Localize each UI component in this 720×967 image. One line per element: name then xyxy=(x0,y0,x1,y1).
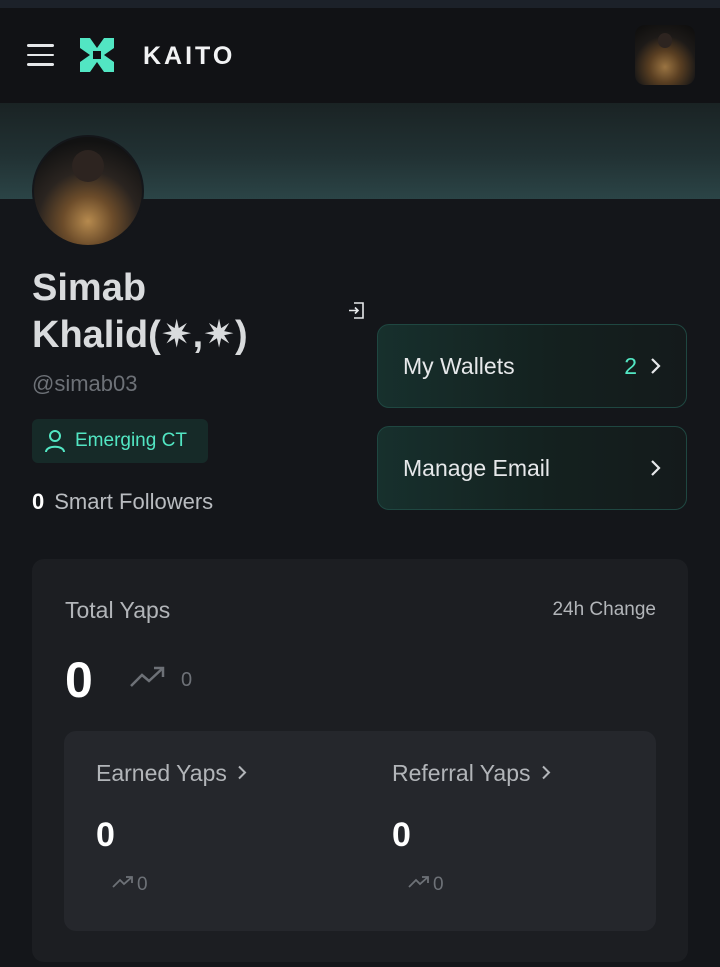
trending-up-icon xyxy=(112,876,133,888)
smart-followers-label: Smart Followers xyxy=(54,489,214,514)
chevron-right-icon xyxy=(238,765,247,780)
status-badge: Emerging CT xyxy=(32,419,208,463)
status-strip xyxy=(0,0,720,8)
total-yaps-title: Total Yaps xyxy=(65,597,171,623)
manage-email-button[interactable]: Manage Email xyxy=(377,426,687,510)
brand-name[interactable]: KAITO xyxy=(143,42,235,71)
referral-yaps-link[interactable]: Referral Yaps xyxy=(392,760,551,787)
referral-yaps-label: Referral Yaps xyxy=(392,760,531,786)
logout-icon[interactable] xyxy=(347,301,366,320)
total-yaps-change: 0 xyxy=(181,669,193,691)
hamburger-menu-icon[interactable] xyxy=(27,44,54,66)
referral-yaps-change: 0 xyxy=(433,874,444,895)
user-icon xyxy=(45,430,65,453)
trending-up-icon xyxy=(408,876,429,888)
chevron-right-icon xyxy=(651,358,661,374)
smart-followers: 0 Smart Followers xyxy=(32,489,213,515)
earned-yaps-change: 0 xyxy=(137,874,148,895)
yaps-breakdown: Earned Yaps 0 0 Referral Yaps 0 0 xyxy=(64,731,656,931)
badge-label: Emerging CT xyxy=(75,430,187,451)
earned-yaps-link[interactable]: Earned Yaps xyxy=(96,760,247,787)
total-yaps-value: 0 xyxy=(65,652,93,708)
chevron-right-icon xyxy=(651,460,661,476)
earned-yaps-label: Earned Yaps xyxy=(96,760,227,786)
my-wallets-label: My Wallets xyxy=(403,352,515,379)
chevron-right-icon xyxy=(541,765,550,780)
referral-yaps-value: 0 xyxy=(392,816,411,854)
smart-followers-count: 0 xyxy=(32,489,45,514)
profile-page: KAITO Simab Khalid(✷,✷) @simab03 Emergin… xyxy=(0,0,720,967)
total-yaps-card: Total Yaps 24h Change 0 0 Earned Yaps 0 … xyxy=(32,559,688,962)
referral-yaps: Referral Yaps 0 0 xyxy=(392,731,672,931)
wallets-count: 2 xyxy=(624,352,637,379)
earned-yaps-value: 0 xyxy=(96,816,115,854)
profile-name: Simab Khalid(✷,✷) xyxy=(32,267,248,356)
manage-email-label: Manage Email xyxy=(403,454,551,481)
profile-handle: @simab03 xyxy=(32,371,138,396)
my-wallets-button[interactable]: My Wallets 2 xyxy=(377,324,687,408)
top-header: KAITO xyxy=(0,8,720,103)
change-period-label: 24h Change xyxy=(552,599,656,620)
profile-avatar xyxy=(32,135,144,247)
trending-up-icon xyxy=(130,666,165,687)
user-avatar-button[interactable] xyxy=(635,25,695,85)
earned-yaps: Earned Yaps 0 0 xyxy=(96,731,376,931)
kaito-logo-icon[interactable] xyxy=(80,38,114,72)
